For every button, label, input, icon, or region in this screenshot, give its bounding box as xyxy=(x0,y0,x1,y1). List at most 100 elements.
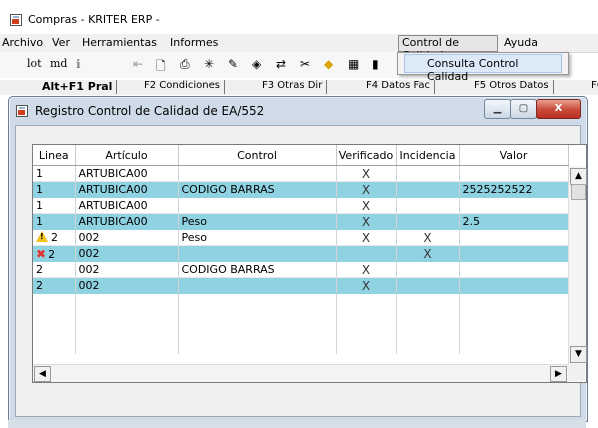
maximize-button[interactable]: ▢ xyxy=(510,99,537,119)
md-button[interactable]: md xyxy=(50,57,67,70)
tab-pral[interactable]: Alt+F1 Pral xyxy=(38,80,118,94)
scroll-left-button[interactable]: ◀ xyxy=(34,366,51,382)
table-cell-control[interactable]: Peso xyxy=(178,213,337,230)
table-cell-articulo[interactable]: 002 xyxy=(75,229,179,246)
table-cell-valor[interactable] xyxy=(459,165,569,182)
table-row[interactable]: 1 ARTUBICA00 CODIGO BARRAS X 2525252522 xyxy=(33,181,569,198)
menu-ayuda[interactable]: Ayuda xyxy=(504,36,538,49)
table-row[interactable]: 1 ARTUBICA00 Peso X 2.5 xyxy=(33,213,569,230)
tools-icon[interactable]: ✂ xyxy=(300,57,310,71)
tab-f6[interactable]: F6 xyxy=(587,80,598,94)
document-icon[interactable]: ▮ xyxy=(372,57,379,71)
scroll-up-button[interactable]: ▲ xyxy=(570,168,587,185)
lot-button[interactable]: lot xyxy=(27,57,42,70)
table-cell-articulo[interactable]: 002 xyxy=(75,261,179,278)
preview-icon[interactable]: 🗋 xyxy=(156,57,166,78)
asterisk-icon[interactable]: ✳ xyxy=(204,57,214,71)
table-cell-control[interactable]: CODIGO BARRAS xyxy=(178,181,337,198)
tab-datos-fac[interactable]: F4 Datos Fac xyxy=(362,80,436,94)
column-header-articulo[interactable]: Artículo xyxy=(75,145,179,166)
table-cell-articulo[interactable]: ARTUBICA00 xyxy=(75,213,179,230)
menu-informes[interactable]: Informes xyxy=(170,36,218,49)
table-cell-valor[interactable] xyxy=(459,229,569,246)
table-cell-control[interactable] xyxy=(178,197,337,214)
link-icon[interactable]: ⇄ xyxy=(276,57,286,71)
table-cell-incidencia[interactable] xyxy=(396,197,460,214)
table-cell-valor[interactable]: 2525252522 xyxy=(459,181,569,198)
table-cell-articulo[interactable]: ARTUBICA00 xyxy=(75,181,179,198)
info-icon[interactable]: ℹ xyxy=(76,57,81,71)
table-cell-incidencia[interactable] xyxy=(396,277,460,294)
alert-icon[interactable]: ◆ xyxy=(324,57,333,71)
table-cell-incidencia[interactable] xyxy=(396,261,460,278)
navigate-icon[interactable]: ⇤ xyxy=(133,57,143,71)
menu-archivo[interactable]: Archivo xyxy=(2,36,43,49)
table-cell-linea[interactable]: 1 xyxy=(33,165,76,182)
table-cell-verificado[interactable]: X xyxy=(336,165,397,182)
table-cell-linea[interactable]: 1 xyxy=(33,181,76,198)
column-header-linea[interactable]: Linea xyxy=(33,145,76,166)
table-cell-control[interactable] xyxy=(178,277,337,294)
dialog-title-bar[interactable]: Registro Control de Calidad de EA/552 ▁ … xyxy=(9,97,587,125)
table-cell-linea[interactable]: 1 xyxy=(33,197,76,214)
table-cell-linea[interactable]: 2 xyxy=(33,229,76,246)
table-row[interactable]: 1 ARTUBICA00 X xyxy=(33,165,569,182)
menu-item-consulta-control-calidad[interactable]: Consulta Control Calidad xyxy=(404,54,562,83)
scroll-right-button[interactable]: ▶ xyxy=(550,366,567,382)
column-header-verificado[interactable]: Verificado xyxy=(336,145,397,166)
table-cell-control[interactable] xyxy=(178,245,337,262)
close-button[interactable]: X xyxy=(536,99,581,119)
table-cell-articulo[interactable]: 002 xyxy=(75,277,179,294)
table-row[interactable]: 1 ARTUBICA00 X xyxy=(33,197,569,214)
table-cell-incidencia[interactable]: X xyxy=(396,245,460,262)
table-cell-control[interactable] xyxy=(178,165,337,182)
table-cell-verificado[interactable]: X xyxy=(336,197,397,214)
table-cell-verificado[interactable]: X xyxy=(336,277,397,294)
table-cell-incidencia[interactable] xyxy=(396,213,460,230)
table-cell-verificado[interactable]: X xyxy=(336,181,397,198)
table-cell-valor[interactable]: 2.5 xyxy=(459,213,569,230)
column-header-incidencia[interactable]: Incidencia xyxy=(396,145,460,166)
table-cell-verificado[interactable] xyxy=(336,245,397,262)
table-cell-valor[interactable] xyxy=(459,245,569,262)
table-cell-articulo[interactable]: 002 xyxy=(75,245,179,262)
print-icon[interactable]: ⎙ xyxy=(180,57,190,72)
attach-icon[interactable]: ✎ xyxy=(228,57,238,71)
vertical-scroll-thumb[interactable] xyxy=(571,184,586,200)
table-cell-articulo[interactable]: ARTUBICA00 xyxy=(75,165,179,182)
column-header-valor[interactable]: Valor xyxy=(459,145,569,166)
table-cell-control[interactable]: CODIGO BARRAS xyxy=(178,261,337,278)
table-cell-linea[interactable]: ✖ 2 xyxy=(33,245,76,262)
tab-condiciones[interactable]: F2 Condiciones xyxy=(140,80,225,94)
menu-ver[interactable]: Ver xyxy=(52,36,70,49)
table-cell-control[interactable]: Peso xyxy=(178,229,337,246)
vertical-scrollbar[interactable]: ▲ ▼ xyxy=(568,166,587,364)
table-cell-verificado[interactable]: X xyxy=(336,213,397,230)
table-cell-linea[interactable]: 2 xyxy=(33,261,76,278)
table-cell-valor[interactable] xyxy=(459,277,569,294)
menu-control-de-calidad[interactable]: Control de Calidad xyxy=(398,35,498,62)
table-cell-verificado[interactable]: X xyxy=(336,261,397,278)
table-cell-valor[interactable] xyxy=(459,261,569,278)
table-row[interactable]: 2 002 X xyxy=(33,277,569,294)
table-cell-incidencia[interactable] xyxy=(396,165,460,182)
horizontal-scrollbar[interactable]: ◀ ▶ xyxy=(33,364,568,382)
scroll-down-button[interactable]: ▼ xyxy=(570,346,587,363)
table-row[interactable]: 2 002 CODIGO BARRAS X xyxy=(33,261,569,278)
diamond-icon[interactable]: ◈ xyxy=(252,57,261,71)
table-row[interactable]: ✖ 2 002 X xyxy=(33,245,569,262)
tab-otras-dir[interactable]: F3 Otras Dir xyxy=(258,80,328,94)
table-cell-incidencia[interactable] xyxy=(396,181,460,198)
column-header-control[interactable]: Control xyxy=(178,145,337,166)
table-cell-linea[interactable]: 1 xyxy=(33,213,76,230)
table-cell-incidencia[interactable]: X xyxy=(396,229,460,246)
table-cell-linea[interactable]: 2 xyxy=(33,277,76,294)
table-row[interactable]: 2 002 Peso X X xyxy=(33,229,569,246)
table-cell-articulo[interactable]: ARTUBICA00 xyxy=(75,197,179,214)
minimize-button[interactable]: ▁ xyxy=(484,99,511,119)
calculator-icon[interactable]: ▦ xyxy=(348,57,359,71)
tab-otros-datos[interactable]: F5 Otros Datos xyxy=(470,80,554,94)
menu-herramientas[interactable]: Herramientas xyxy=(82,36,157,49)
table-cell-valor[interactable] xyxy=(459,197,569,214)
table-cell-verificado[interactable]: X xyxy=(336,229,397,246)
